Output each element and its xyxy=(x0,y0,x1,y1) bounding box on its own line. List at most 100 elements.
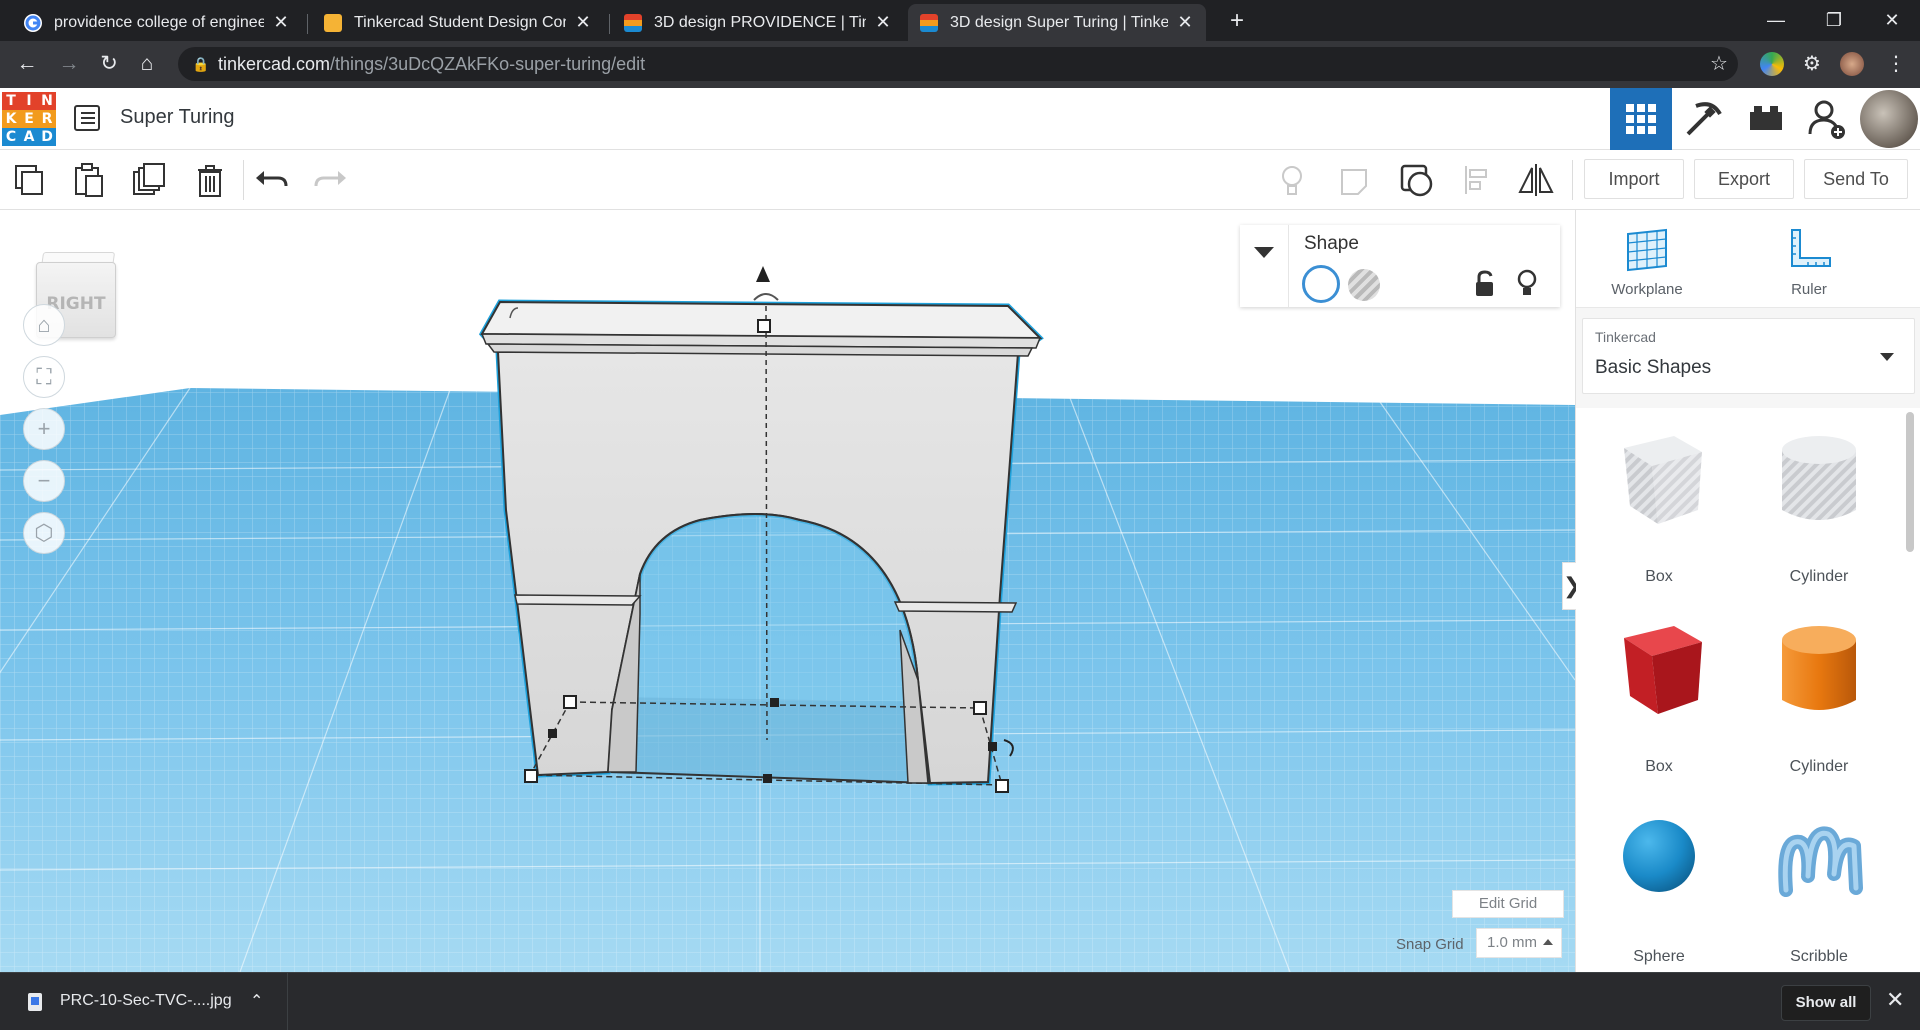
home-icon[interactable]: ⌂ xyxy=(130,47,164,81)
restore-button[interactable]: ❐ xyxy=(1806,0,1862,41)
user-avatar[interactable] xyxy=(1860,90,1918,148)
align-icon[interactable] xyxy=(1456,158,1500,202)
tinkercad-icon xyxy=(920,13,938,32)
perspective-toggle-icon[interactable]: ⬡ xyxy=(23,512,65,554)
ruler-icon xyxy=(1791,229,1831,267)
scribble-icon xyxy=(1778,826,1863,897)
undo-icon[interactable] xyxy=(250,158,294,202)
tinkercad-icon xyxy=(624,13,642,32)
shape-cylinder-hole[interactable]: Cylinder xyxy=(1744,418,1894,608)
workplane-icon xyxy=(1627,228,1667,272)
shapes-grid: Box Cylinder Box Cylinder Sphere Scribbl… xyxy=(1576,408,1920,972)
export-button[interactable]: Export xyxy=(1694,159,1794,199)
profile-avatar[interactable] xyxy=(1840,52,1864,76)
trash-icon[interactable] xyxy=(188,158,232,202)
send-to-button[interactable]: Send To xyxy=(1804,159,1908,199)
panel-scrollbar[interactable] xyxy=(1906,412,1914,552)
url-host: tinkercad.com xyxy=(218,54,331,74)
shape-scribble[interactable]: Scribble xyxy=(1744,798,1894,972)
design-title[interactable]: Super Turing xyxy=(120,106,235,129)
close-icon[interactable]: ✕ xyxy=(574,12,592,33)
fit-view-icon[interactable]: ⛶ xyxy=(23,356,65,398)
close-icon[interactable]: ✕ xyxy=(272,12,290,33)
cylinder-hole-icon xyxy=(1782,436,1856,520)
address-bar[interactable]: 🔒 tinkercad.com/things/3uDcQZAkFKo-super… xyxy=(178,47,1738,81)
hole-mode-button[interactable] xyxy=(1348,269,1380,301)
snap-grid-label: Snap Grid xyxy=(1396,936,1464,953)
zoom-out-icon[interactable]: − xyxy=(23,460,65,502)
shape-sphere[interactable]: Sphere xyxy=(1584,798,1734,972)
redo-icon[interactable] xyxy=(308,158,352,202)
paste-icon[interactable] xyxy=(66,158,110,202)
shape-name: Cylinder xyxy=(1789,758,1849,775)
forward-icon[interactable]: → xyxy=(52,47,86,81)
shape-box-solid[interactable]: Box xyxy=(1584,608,1734,798)
window-close-button[interactable]: ✕ xyxy=(1864,0,1920,41)
group-icon[interactable] xyxy=(1394,158,1438,202)
minimize-button[interactable]: — xyxy=(1748,0,1804,41)
tab-title: providence college of engineerin xyxy=(54,13,264,31)
grid-icon xyxy=(1626,104,1656,134)
download-file-name: PRC-10-Sec-TVC-....jpg xyxy=(60,992,232,1009)
home-view-icon[interactable]: ⌂ xyxy=(23,304,65,346)
back-icon[interactable]: ← xyxy=(10,47,44,81)
download-bar: PRC-10-Sec-TVC-....jpg ⌃ Show all ✕ xyxy=(0,972,1920,1030)
collapse-inspector-icon[interactable] xyxy=(1254,247,1274,258)
download-item[interactable]: PRC-10-Sec-TVC-....jpg ⌃ xyxy=(0,973,288,1030)
design-list-icon[interactable] xyxy=(74,105,100,131)
snap-grid-select[interactable]: 1.0 mm xyxy=(1476,928,1562,958)
show-all-downloads-button[interactable]: Show all xyxy=(1781,985,1871,1021)
3d-design-view-button[interactable] xyxy=(1610,88,1672,150)
shape-box-hole[interactable]: Box xyxy=(1584,418,1734,608)
close-icon[interactable]: ✕ xyxy=(1176,12,1194,33)
arch-model[interactable] xyxy=(478,266,1044,793)
shape-library-dropdown[interactable]: Tinkercad Basic Shapes xyxy=(1582,318,1915,394)
bookmark-star-icon[interactable]: ☆ xyxy=(1710,47,1728,81)
bricks-view-button[interactable] xyxy=(1734,88,1796,150)
browser-tab-3[interactable]: 3D design PROVIDENCE | Tinkerc ✕ xyxy=(612,4,904,41)
tab-title: Tinkercad Student Design Contes xyxy=(354,13,566,31)
share-collaborate-button[interactable] xyxy=(1796,88,1858,150)
show-all-lightbulb-icon[interactable] xyxy=(1270,158,1314,202)
ruler-tool[interactable]: Ruler xyxy=(1744,224,1874,304)
codeblocks-view-button[interactable] xyxy=(1672,88,1734,150)
new-tab-button[interactable]: + xyxy=(1222,4,1252,38)
chevron-up-icon[interactable]: ⌃ xyxy=(250,991,263,1011)
browser-tab-2[interactable]: Tinkercad Student Design Contes ✕ xyxy=(312,4,604,41)
reload-icon[interactable]: ↻ xyxy=(92,47,126,81)
note-icon[interactable] xyxy=(1332,158,1376,202)
cylinder-solid-icon xyxy=(1782,626,1856,710)
shape-cylinder-solid[interactable]: Cylinder xyxy=(1744,608,1894,798)
unlock-icon[interactable] xyxy=(1472,269,1498,299)
ruler-label: Ruler xyxy=(1791,281,1827,298)
duplicate-icon[interactable] xyxy=(128,158,172,202)
mirror-icon[interactable] xyxy=(1514,158,1558,202)
visibility-lightbulb-icon[interactable] xyxy=(1514,267,1540,299)
browser-tab-4-active[interactable]: 3D design Super Turing | Tinkerc ✕ xyxy=(908,4,1206,41)
google-icon xyxy=(24,13,42,32)
chrome-menu-icon[interactable]: ⋮ xyxy=(1886,47,1906,81)
height-arrow[interactable] xyxy=(756,266,770,282)
copy-icon[interactable] xyxy=(8,158,52,202)
solid-mode-button[interactable] xyxy=(1302,265,1340,303)
3d-scene[interactable] xyxy=(0,210,1575,972)
zoom-in-icon[interactable]: + xyxy=(23,408,65,450)
panel-tools: Workplane Ruler xyxy=(1576,210,1920,308)
browser-tab-1[interactable]: providence college of engineerin ✕ xyxy=(12,4,302,41)
collapse-panel-toggle[interactable]: ❯ xyxy=(1562,562,1581,610)
shape-name: Scribble xyxy=(1790,948,1848,965)
logo-letter: A xyxy=(20,128,38,146)
close-download-bar-icon[interactable]: ✕ xyxy=(1886,987,1904,1013)
url-path: /things/3uDcQZAkFKo-super-turing/edit xyxy=(330,54,646,74)
add-user-icon xyxy=(1808,100,1845,139)
extension-icon[interactable] xyxy=(1760,52,1784,76)
tinkercad-logo[interactable]: T I N K E R C A D xyxy=(2,92,56,146)
edit-grid-button[interactable]: Edit Grid xyxy=(1452,890,1564,918)
workplane-tool[interactable]: Workplane xyxy=(1582,224,1712,304)
workplane-canvas[interactable]: RIGHT ⌂ ⛶ + − ⬡ Shape Edit Grid Snap Gri… xyxy=(0,210,1575,972)
close-icon[interactable]: ✕ xyxy=(874,12,892,33)
puzzle-extensions-icon[interactable]: ⚙ xyxy=(1800,52,1824,76)
import-button[interactable]: Import xyxy=(1584,159,1684,199)
shape-name: Box xyxy=(1645,568,1673,585)
box-solid-icon xyxy=(1624,626,1702,714)
